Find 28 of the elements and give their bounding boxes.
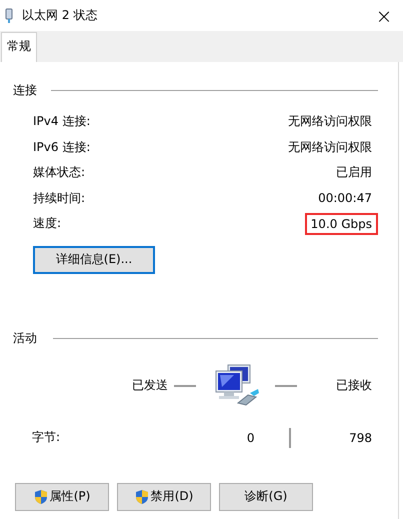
action-button[interactable]: 诊断(G) — [219, 482, 313, 510]
close-button[interactable]: × — [369, 4, 399, 28]
tab[interactable]: 常规 — [1, 32, 37, 62]
group-heading: 活动 — [13, 330, 37, 346]
network-adapter-icon — [4, 8, 14, 24]
field-value: 无网络访问权限 — [287, 113, 373, 130]
bytes-received: 798 — [349, 430, 372, 444]
bytes-sent: 0 — [246, 430, 255, 444]
sent-label: 已发送 — [132, 377, 168, 394]
bytes-label: 字节: — [32, 429, 60, 446]
field-value: 00:00:47 — [317, 190, 373, 208]
field-label: 速度: — [33, 215, 62, 232]
shield-icon — [34, 488, 48, 504]
network-computers-icon — [214, 362, 260, 408]
window-title: 以太网 2 状态 — [22, 7, 98, 24]
action-button[interactable]: 禁用(D) — [117, 482, 211, 510]
field-value: 无网络访问权限 — [287, 138, 373, 156]
field-label: 媒体状态: — [33, 164, 86, 182]
field-label: IPv4 连接: — [33, 113, 90, 130]
field-value: 10.0 Gbps — [304, 212, 378, 235]
shield-icon — [134, 488, 149, 504]
group-heading: 连接 — [13, 82, 37, 99]
field-label: 持续时间: — [33, 190, 86, 207]
field-value: 已启用 — [335, 164, 373, 182]
field-label: IPv6 连接: — [33, 138, 90, 156]
action-button[interactable]: 属性(P) — [15, 482, 109, 510]
received-label: 已接收 — [336, 377, 372, 394]
details-button[interactable]: 详细信息(E)... — [33, 246, 155, 274]
